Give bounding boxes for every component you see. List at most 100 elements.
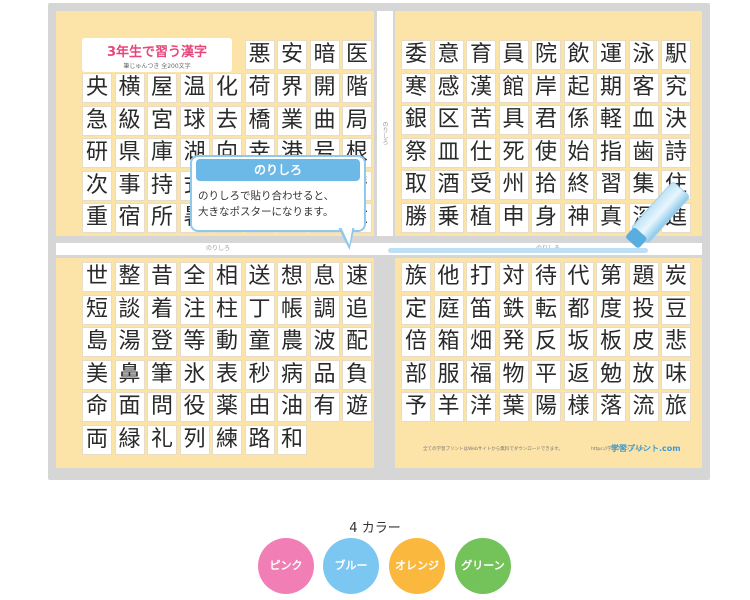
kanji-cell: 重 xyxy=(82,203,112,233)
kanji-cell: 洋 xyxy=(466,392,496,422)
kanji-cell: 育 xyxy=(466,40,496,70)
kanji-cell: 悲 xyxy=(661,327,691,357)
kanji-cell: 動 xyxy=(212,327,242,357)
kanji-cell: 習 xyxy=(596,170,626,200)
glue-label-left: のりしろ xyxy=(206,245,231,252)
kanji-cell: 勉 xyxy=(596,359,626,390)
kanji-cell: 庭 xyxy=(433,294,464,325)
kanji-cell: 橋 xyxy=(244,105,275,136)
kanji-cell: 談 xyxy=(114,294,145,325)
poster-title-card: 3年生で習う漢字 筆じゅんつき 全200文字 xyxy=(82,38,232,72)
kanji-cell: 駅 xyxy=(661,40,691,70)
kanji-cell: 漢 xyxy=(466,72,496,103)
kanji-cell: 帳 xyxy=(277,294,307,325)
kanji-cell: 対 xyxy=(498,262,529,292)
kanji-cell: 都 xyxy=(563,294,594,325)
kanji-cell: 秒 xyxy=(244,359,275,390)
kanji-cell: 研 xyxy=(82,138,112,168)
kanji-cell: 意 xyxy=(433,40,464,70)
kanji-cell: 州 xyxy=(498,170,529,200)
kanji-cell: 界 xyxy=(277,73,307,103)
kanji-cell: 鼻 xyxy=(114,359,145,390)
kanji-cell: 転 xyxy=(531,294,561,325)
kanji-cell: 柱 xyxy=(212,294,242,325)
kanji-cell: 予 xyxy=(401,392,431,422)
kanji-cell: 反 xyxy=(531,327,561,357)
kanji-cell: 起 xyxy=(563,72,594,103)
kanji-cell: 丁 xyxy=(244,294,275,325)
kanji-cell: 登 xyxy=(147,327,177,357)
kanji-cell: 葉 xyxy=(498,392,529,422)
callout-line-1: のりしろで貼り合わせると、 xyxy=(198,190,335,202)
glue-trail xyxy=(388,248,648,253)
color-option-1[interactable]: ブルー xyxy=(323,538,379,594)
kanji-cell: 物 xyxy=(498,359,529,390)
kanji-cell: 祭 xyxy=(401,137,431,168)
kanji-cell: 想 xyxy=(277,262,307,292)
kanji-cell: 畑 xyxy=(466,327,496,357)
kanji-cell: 放 xyxy=(628,359,659,390)
kanji-cell: 氷 xyxy=(179,359,210,390)
kanji-cell: 面 xyxy=(114,392,145,422)
kanji-cell: 整 xyxy=(114,262,145,292)
kanji-cell: 酒 xyxy=(433,170,464,200)
kanji-cell: 期 xyxy=(596,72,626,103)
kanji-cell: 県 xyxy=(114,138,145,168)
kanji-cell: 旅 xyxy=(661,392,691,422)
kanji-cell: 横 xyxy=(114,73,145,103)
kanji-cell: 族 xyxy=(401,262,431,292)
kanji-cell: 題 xyxy=(628,262,659,292)
kanji-cell: 悪 xyxy=(244,40,275,70)
kanji-cell: 役 xyxy=(179,392,210,422)
kanji-cell: 他 xyxy=(433,262,464,292)
kanji-cell: 運 xyxy=(596,40,626,70)
kanji-cell: 開 xyxy=(309,73,340,103)
kanji-cell: 息 xyxy=(309,262,340,292)
kanji-cell: 問 xyxy=(147,392,177,422)
kanji-cell: 始 xyxy=(563,137,594,168)
kanji-cell: 返 xyxy=(563,359,594,390)
kanji-cell: 発 xyxy=(498,327,529,357)
color-option-3[interactable]: グリーン xyxy=(455,538,511,594)
kanji-cell: 苦 xyxy=(466,105,496,135)
kanji-cell: 君 xyxy=(531,105,561,135)
callout-tail-inner xyxy=(340,226,356,245)
kanji-cell: 度 xyxy=(596,294,626,325)
kanji-cell: 美 xyxy=(82,359,112,390)
kanji-cell: 湯 xyxy=(114,327,145,357)
glue-label-vertical: のりしろ xyxy=(381,121,388,145)
kanji-cell: 客 xyxy=(628,72,659,103)
kanji-cell: 農 xyxy=(277,327,307,357)
kanji-cell: 拾 xyxy=(531,170,561,200)
kanji-cell: 羊 xyxy=(433,392,464,422)
kanji-cell: 所 xyxy=(147,203,177,233)
kanji-cell: 医 xyxy=(342,40,372,70)
kanji-cell: 館 xyxy=(498,72,529,103)
callout-body: のりしろで貼り合わせると、 大きなポスターになります。 xyxy=(198,188,358,220)
poster-preview: 3年生で習う漢字 筆じゅんつき 全200文字 悪安暗医 央横屋温化荷界開階急級宮… xyxy=(48,3,710,480)
kanji-cell: 指 xyxy=(596,137,626,168)
kanji-cell: 路 xyxy=(244,424,275,455)
kanji-cell: 級 xyxy=(114,105,145,136)
kanji-cell: 遊 xyxy=(342,392,372,422)
kanji-cell: 温 xyxy=(179,73,210,103)
kanji-cell: 病 xyxy=(277,359,307,390)
kanji-cell: 持 xyxy=(147,170,177,201)
kanji-cell: 係 xyxy=(563,105,594,135)
kanji-cell: 曲 xyxy=(309,105,340,136)
kanji-cell: 注 xyxy=(179,294,210,325)
kanji-cell: 炭 xyxy=(661,262,691,292)
kanji-cell: 勝 xyxy=(401,202,431,233)
kanji-cell: 究 xyxy=(661,72,691,103)
color-option-2[interactable]: オレンジ xyxy=(389,538,445,594)
kanji-cell: 送 xyxy=(244,262,275,292)
callout-line-2: 大きなポスターになります。 xyxy=(198,206,334,218)
kanji-cell: 和 xyxy=(277,424,307,455)
kanji-cell: 相 xyxy=(212,262,242,292)
color-option-0[interactable]: ピンク xyxy=(258,538,314,594)
kanji-cell: 鉄 xyxy=(498,294,529,325)
kanji-cell: 血 xyxy=(628,105,659,135)
kanji-cell: 筆 xyxy=(147,359,177,390)
kanji-cell: 決 xyxy=(661,105,691,135)
kanji-cell: 具 xyxy=(498,105,529,135)
